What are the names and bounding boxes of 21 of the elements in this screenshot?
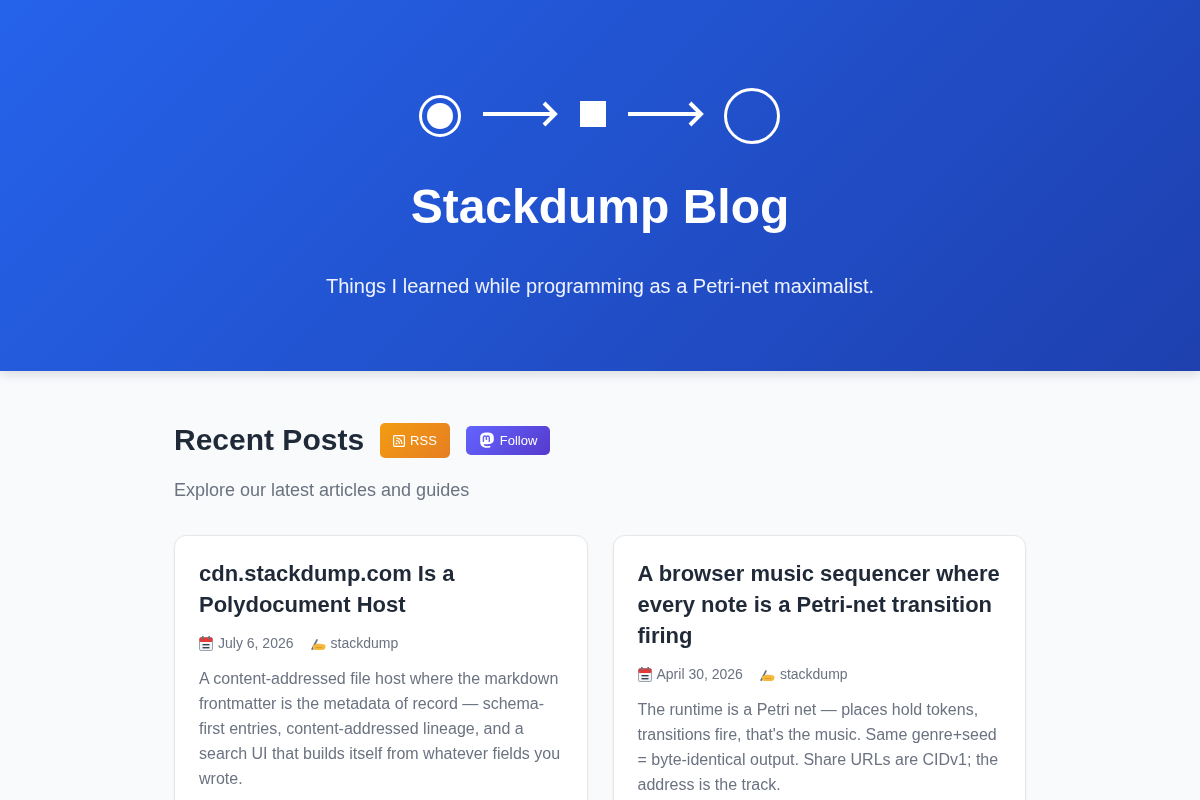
calendar-icon (637, 667, 652, 682)
post-excerpt: A content-addressed file host where the markdown frontmatter is the metadata of record — schema-first entries, content-addressed lineage, and a search UI that builds itself from whatever fields you wrote. (199, 669, 562, 789)
post-title[interactable]: cdn.stackdump.com Is a Polydocument Host (199, 558, 563, 620)
rss-icon (393, 434, 406, 447)
mastodon-icon (478, 432, 495, 449)
post-card[interactable] (174, 535, 588, 800)
post-date: April 30, 2026 (656, 665, 743, 684)
blog-tagline: Things I learned while programming as a Petri-net maximalist. (326, 274, 874, 299)
section-subtitle: Explore our latest articles and guides (174, 479, 471, 502)
post-title[interactable]: A browser music sequencer where every note is a Petri-net transition firing (637, 558, 1001, 651)
follow-button[interactable]: Follow (465, 426, 551, 455)
section-title: Recent Posts (174, 422, 365, 458)
post-date: July 6, 2026 (218, 634, 294, 653)
post-author: stackdump (330, 634, 399, 653)
writing-hand-icon (758, 667, 775, 682)
writing-hand-icon (309, 636, 326, 651)
calendar-icon (199, 636, 213, 651)
post-author: stackdump (779, 665, 848, 684)
post-excerpt: The runtime is a Petri net — places hold tokens, transitions fire, that's the music. Same genre+seed = byte-identical output. Share URLs are CIDv1; the address is the track. (637, 700, 1000, 795)
post-card[interactable] (612, 535, 1026, 800)
blog-title: Stackdump Blog (410, 179, 790, 235)
